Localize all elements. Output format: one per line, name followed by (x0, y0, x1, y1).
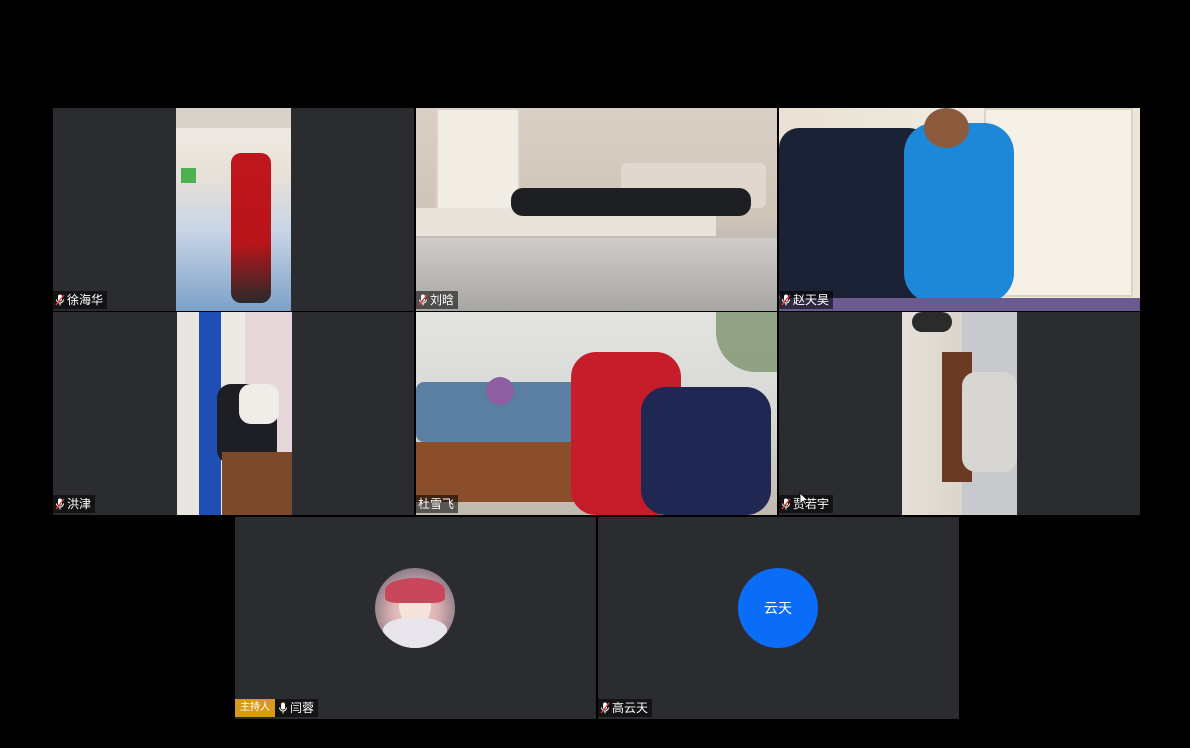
participant-video (416, 108, 777, 311)
avatar-initials: 云天 (764, 601, 792, 617)
mic-muted-icon (55, 294, 65, 306)
mic-icon (278, 702, 288, 714)
participant-video (177, 312, 292, 515)
avatar (375, 568, 455, 648)
video-tile-xu[interactable]: 徐海华 (53, 108, 414, 311)
participant-video (902, 312, 1017, 515)
participant-video (176, 108, 291, 311)
video-tile-hong[interactable]: 洪津 (53, 312, 414, 515)
mic-muted-icon (781, 294, 791, 306)
participant-name: 杜雪飞 (418, 497, 455, 511)
participant-label: 主持人 闫蓉 (235, 699, 319, 717)
mic-muted-icon (55, 498, 65, 510)
participant-label: 徐海华 (53, 291, 108, 309)
participant-video (416, 312, 777, 515)
mic-muted-icon (600, 702, 610, 714)
mouse-cursor-icon (799, 492, 809, 506)
participant-name: 高云天 (612, 701, 649, 715)
participant-label: 高云天 (598, 699, 653, 717)
video-tile-gao[interactable]: 云天 高云天 (598, 517, 959, 719)
participant-name: 洪津 (67, 497, 92, 511)
participant-name: 刘晗 (430, 293, 455, 307)
video-tile-jia[interactable]: 贾若宇 (779, 312, 1140, 515)
video-tile-yan[interactable]: 主持人 闫蓉 (235, 517, 596, 719)
mic-muted-icon (418, 294, 428, 306)
video-tile-zhao[interactable]: 赵天昊 (779, 108, 1140, 311)
participant-label: 杜雪飞 (416, 495, 459, 513)
video-tile-liu[interactable]: 刘晗 (416, 108, 777, 311)
participant-label: 赵天昊 (779, 291, 834, 309)
participant-video (779, 108, 1140, 311)
video-tile-du[interactable]: 杜雪飞 (416, 312, 777, 515)
mic-muted-icon (781, 498, 791, 510)
host-badge: 主持人 (235, 699, 275, 717)
participant-name: 徐海华 (67, 293, 104, 307)
avatar: 云天 (738, 568, 818, 648)
participant-label: 刘晗 (416, 291, 459, 309)
participant-name: 闫蓉 (290, 701, 315, 715)
participant-label: 洪津 (53, 495, 96, 513)
participant-name: 赵天昊 (793, 293, 830, 307)
